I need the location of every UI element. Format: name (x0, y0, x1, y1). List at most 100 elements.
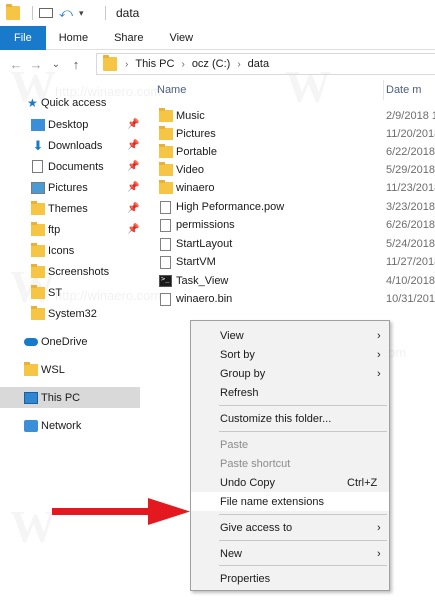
file-date: 11/27/2018 (386, 256, 435, 268)
up-button[interactable]: ↑ (66, 54, 86, 74)
file-date: 10/31/2018 (386, 293, 435, 305)
chevron-right-icon: › (377, 521, 381, 534)
menu-item-undo-copy[interactable]: Undo Copy Ctrl+Z (191, 473, 389, 492)
sidebar-item-desktop[interactable]: Desktop 📌 (0, 114, 140, 135)
red-arrow-annotation (52, 498, 190, 525)
file-date: 6/26/2018 (386, 219, 435, 231)
sidebar-item-screenshots[interactable]: Screenshots (0, 261, 140, 282)
sidebar-item-label: Documents (48, 160, 104, 173)
menu-item-properties[interactable]: Properties (191, 569, 389, 588)
sidebar-item-pictures[interactable]: Pictures 📌 (0, 177, 140, 198)
address-bar[interactable]: › This PC › ocz (C:) › data (96, 53, 435, 75)
sidebar-item-label: System32 (48, 307, 97, 320)
file-row[interactable]: Music 2/9/2018 1 (157, 107, 435, 125)
sidebar-item-onedrive[interactable]: OneDrive (0, 331, 140, 352)
folder-icon (24, 361, 38, 376)
column-divider[interactable] (383, 80, 384, 100)
sidebar-item-this-pc[interactable]: This PC (0, 387, 140, 408)
sidebar-item-wsl[interactable]: WSL (0, 359, 140, 380)
column-header-name[interactable]: Name (157, 84, 186, 96)
menu-item-refresh[interactable]: Refresh (191, 383, 389, 402)
pin-icon: 📌 (127, 203, 140, 214)
file-row[interactable]: winaero 11/23/2018 (157, 179, 435, 197)
menu-item-label: Group by (220, 367, 266, 380)
menu-item-group-by[interactable]: Group by › (191, 364, 389, 383)
breadcrumb-separator[interactable]: › (237, 59, 240, 70)
navigation-bar: ← → ⌄ ↑ › This PC › ocz (C:) › data (0, 50, 435, 78)
sidebar-item-ftp[interactable]: ftp 📌 (0, 219, 140, 240)
menu-item-sort-by[interactable]: Sort by › (191, 345, 389, 364)
desktop-icon (31, 118, 45, 131)
file-name: Portable (176, 146, 217, 158)
file-icon (160, 255, 171, 269)
pin-icon: 📌 (127, 140, 140, 151)
file-row[interactable]: winaero.bin 10/31/2018 (157, 290, 435, 308)
folder-icon (103, 55, 117, 71)
menu-item-customize-folder[interactable]: Customize this folder... (191, 409, 389, 428)
column-header-date[interactable]: Date m (386, 84, 421, 96)
sidebar-item-documents[interactable]: Documents 📌 (0, 156, 140, 177)
onedrive-icon (24, 337, 38, 346)
sidebar-item-downloads[interactable]: ⬇ Downloads 📌 (0, 135, 140, 156)
folder-icon[interactable] (6, 4, 20, 20)
title-divider (105, 6, 106, 20)
context-menu: View › Sort by › Group by › Refresh Cust… (190, 320, 390, 591)
menu-item-view[interactable]: View › (191, 326, 389, 345)
sidebar-item-quick-access[interactable]: ★ Quick access (0, 92, 140, 113)
folder-icon (159, 144, 173, 158)
sidebar-item-network[interactable]: Network (0, 415, 140, 436)
file-name: Task_View (176, 275, 229, 287)
this-pc-icon (24, 391, 38, 404)
menu-item-label: File name extensions (220, 495, 324, 508)
recent-locations-button[interactable]: ⌄ (46, 54, 66, 74)
title-bar: ⤺ ▾ data (0, 0, 435, 26)
pin-icon: 📌 (127, 161, 140, 172)
menu-item-give-access-to[interactable]: Give access to › (191, 518, 389, 537)
file-icon (160, 292, 171, 306)
menu-item-new[interactable]: New › (191, 544, 389, 563)
file-row[interactable]: StartVM 11/27/2018 (157, 253, 435, 271)
window-title: data (116, 6, 140, 20)
sidebar-item-label: WSL (41, 363, 65, 376)
sidebar-item-themes[interactable]: Themes 📌 (0, 198, 140, 219)
folder-icon (31, 221, 45, 236)
breadcrumb-separator[interactable]: › (181, 59, 184, 70)
menu-item-label: Properties (220, 572, 271, 585)
breadcrumb-drive[interactable]: ocz (C:) (192, 58, 231, 70)
menu-item-file-name-extensions[interactable]: File name extensions (191, 492, 389, 511)
file-row[interactable]: permissions 6/26/2018 (157, 216, 435, 234)
customize-dropdown-icon[interactable]: ▾ (79, 6, 93, 20)
sidebar-item-icons[interactable]: Icons (0, 240, 140, 261)
folder-icon (159, 108, 173, 122)
tab-share[interactable]: Share (101, 26, 156, 50)
file-row[interactable]: High Peformance.pow 3/23/2018 (157, 198, 435, 216)
menu-item-paste[interactable]: Paste (191, 435, 389, 454)
file-row[interactable]: Video 5/29/2018 (157, 161, 435, 179)
tab-home[interactable]: Home (46, 26, 101, 50)
properties-icon[interactable] (39, 8, 53, 18)
undo-icon[interactable]: ⤺ (59, 6, 73, 20)
sidebar-item-label: Network (41, 419, 82, 432)
tab-file[interactable]: File (0, 26, 46, 50)
file-row[interactable]: Pictures 11/20/2018 (157, 125, 435, 143)
file-row[interactable]: Task_View 4/10/2018 (157, 272, 435, 290)
menu-item-paste-shortcut[interactable]: Paste shortcut (191, 454, 389, 473)
breadcrumb-this-pc[interactable]: This PC (135, 58, 174, 70)
file-row[interactable]: StartLayout 5/24/2018 (157, 235, 435, 253)
chevron-right-icon: › (377, 367, 381, 380)
folder-icon (159, 162, 173, 176)
folder-icon (31, 200, 45, 215)
menu-separator (219, 540, 387, 541)
file-name: Music (176, 110, 205, 122)
forward-button[interactable]: → (26, 54, 46, 74)
sidebar-item-system32[interactable]: System32 (0, 303, 140, 324)
menu-separator (219, 565, 387, 566)
file-row[interactable]: Portable 6/22/2018 (157, 143, 435, 161)
back-button[interactable]: ← (6, 54, 26, 74)
tab-view[interactable]: View (156, 26, 206, 50)
menu-item-label: Paste (220, 438, 249, 451)
folder-icon (31, 305, 45, 320)
sidebar-item-st[interactable]: ST (0, 282, 140, 303)
sidebar-item-label: Pictures (48, 181, 88, 194)
breadcrumb-data[interactable]: data (248, 58, 269, 70)
